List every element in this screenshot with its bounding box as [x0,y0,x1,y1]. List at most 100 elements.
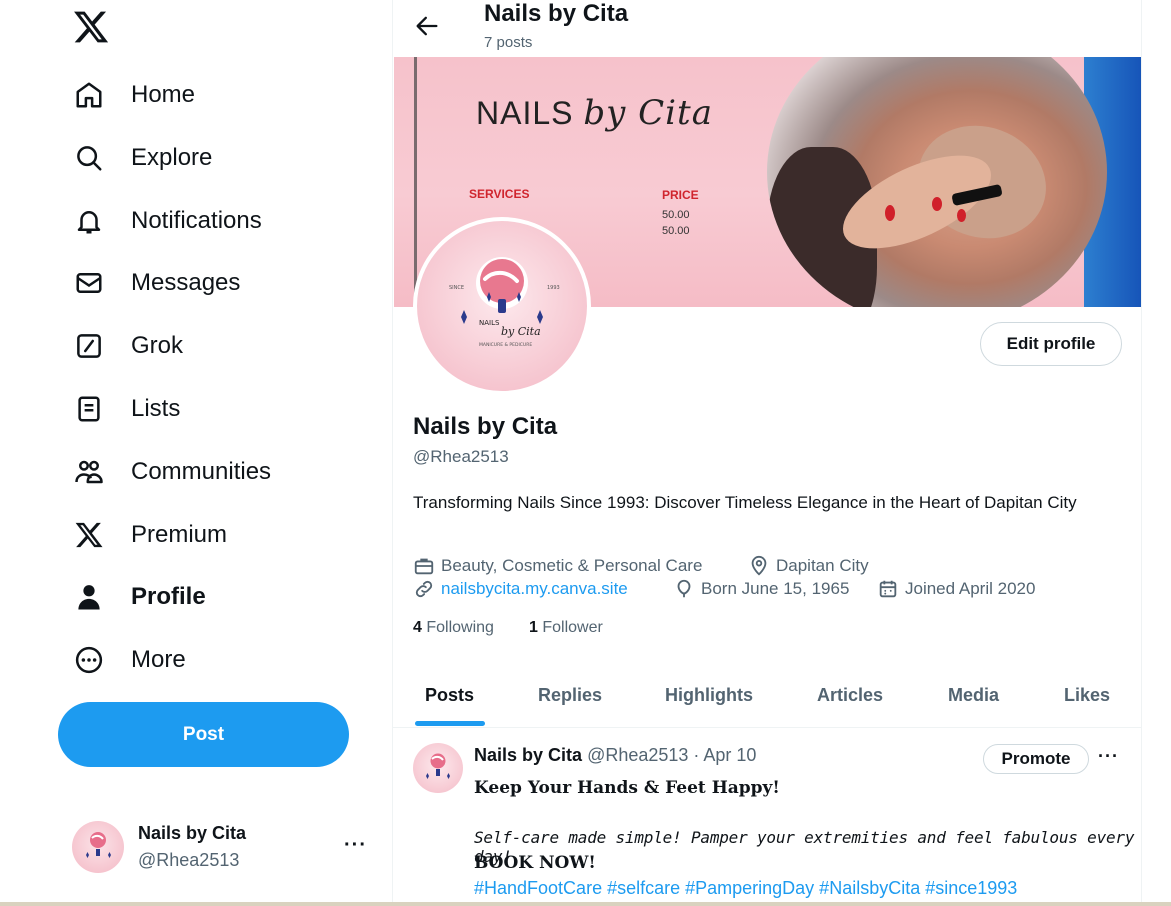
sidebar-item-label: Home [131,81,196,108]
location-pin-icon [751,555,767,576]
account-handle: @Rhea2513 [138,850,240,870]
banner-price-label: PRICE [662,188,699,202]
people-icon [64,447,114,497]
sidebar-item-label: Messages [131,269,241,296]
header-title: Nails by Cita [484,0,629,27]
post-item[interactable]: Nails by Cita @Rhea2513 · Apr 10 Promote… [393,729,1141,906]
grok-icon [64,321,114,371]
banner-price: 50.00 [662,225,690,237]
sidebar-item-messages[interactable]: Messages [64,258,240,308]
tab-replies[interactable]: Replies [538,662,602,728]
avatar[interactable] [413,743,463,793]
followers-link[interactable]: 1 Follower [529,619,603,637]
category-text: Beauty, Cosmetic & Personal Care [441,556,703,575]
banner-services-label: SERVICES [469,187,530,201]
briefcase-icon [414,558,434,575]
sidebar-item-grok[interactable]: Grok [64,321,183,371]
sidebar-item-label: Communities [131,458,272,485]
following-count: 4 [413,619,422,636]
banner-divider [414,57,417,307]
balloon-icon [677,579,691,598]
profile-category: Beauty, Cosmetic & Personal Care [413,555,702,577]
birthday-text: Born June 15, 1965 [701,579,850,598]
header-posts-count: 7 posts [484,34,533,51]
window-bottom-edge [0,902,1171,906]
tab-posts[interactable]: Posts [425,662,474,728]
tab-likes[interactable]: Likes [1064,662,1110,728]
sidebar-item-communities[interactable]: Communities [64,447,271,497]
profile-avatar[interactable]: SINCE 1993 NAILS by Cita MANICURE & PEDI… [413,217,591,395]
avatar [72,821,124,873]
sidebar-item-label: Explore [131,144,213,171]
banner-title: NAILS by Cita [476,93,713,133]
post-author-name[interactable]: Nails by Cita [474,745,582,765]
website-link[interactable]: nailsbycita.my.canva.site [441,579,628,599]
active-tab-indicator [415,721,485,726]
home-icon [64,70,114,120]
followers-count: 1 [529,619,538,636]
svg-text:1993: 1993 [547,285,560,291]
tab-media[interactable]: Media [948,662,999,728]
search-icon [64,133,114,183]
joined-text: Joined April 2020 [905,579,1036,598]
profile-location: Dapitan City [748,555,869,577]
profile-tabs: Posts Replies Highlights Articles Media … [393,662,1141,728]
profile-bio: Transforming Nails Since 1993: Discover … [413,493,1077,512]
more-icon[interactable]: ··· [1098,746,1119,767]
more-circle-icon [64,635,114,685]
bell-icon [64,196,114,246]
following-link[interactable]: 4 Following [413,619,494,637]
profile-birthday: Born June 15, 1965 [673,578,849,600]
profile-column: Nails by Cita 7 posts NAILS by Cita SERV… [392,0,1142,906]
person-icon [64,572,114,622]
sidebar-item-label: More [131,646,186,673]
banner-title-script: by Cita [583,93,713,133]
post-button[interactable]: Post [58,702,349,767]
profile-joined: Joined April 2020 [877,578,1035,600]
svg-text:SINCE: SINCE [449,285,464,291]
sidebar-item-label: Notifications [131,207,262,234]
post-meta: @Rhea2513 · Apr 10 [587,745,757,765]
post-text-line: Keep Your Hands & Feet Happy! [474,778,780,798]
svg-text:NAILS: NAILS [479,319,500,327]
back-arrow-icon[interactable] [413,12,441,40]
following-label: Following [426,619,494,636]
profile-handle: @Rhea2513 [413,447,509,466]
calendar-icon [879,580,897,598]
post-text-line: BOOK NOW! [474,853,596,873]
profile-header-bar: Nails by Cita 7 posts [393,0,1141,57]
more-icon[interactable]: ··· [344,834,367,857]
banner-price: 50.00 [662,209,690,221]
sidebar-nav: Home Explore Notifications Messages Grok… [0,0,392,906]
sidebar-item-home[interactable]: Home [64,70,195,120]
sidebar-item-label: Grok [131,332,184,359]
sidebar-item-notifications[interactable]: Notifications [64,196,262,246]
sidebar-item-explore[interactable]: Explore [64,133,212,183]
svg-text:by Cita: by Cita [501,325,541,338]
sidebar-item-label: Premium [131,521,228,548]
tab-articles[interactable]: Articles [817,662,883,728]
banner-manicure-photo [767,57,1107,307]
promote-button[interactable]: Promote [983,744,1089,774]
post-header: Nails by Cita @Rhea2513 · Apr 10 [474,745,756,766]
sidebar-item-more[interactable]: More [64,635,186,685]
list-icon [64,384,114,434]
account-switcher[interactable]: Nails by Cita @Rhea2513 ··· [72,820,372,876]
post-hashtags[interactable]: #HandFootCare #selfcare #PamperingDay #N… [474,878,1017,899]
sidebar-item-label: Lists [131,395,181,422]
banner-title-text: NAILS [476,95,574,131]
sidebar-item-premium[interactable]: Premium [64,510,227,560]
profile-name: Nails by Cita [413,413,558,440]
account-name: Nails by Cita [138,823,247,843]
profile-website[interactable]: nailsbycita.my.canva.site [413,578,628,600]
x-logo-icon[interactable] [72,8,110,46]
envelope-icon [64,258,114,308]
sidebar-item-profile[interactable]: Profile [64,572,206,622]
sidebar-item-lists[interactable]: Lists [64,384,180,434]
svg-text:MANICURE & PEDICURE: MANICURE & PEDICURE [479,342,532,348]
location-text: Dapitan City [776,556,869,575]
tab-highlights[interactable]: Highlights [665,662,753,728]
edit-profile-button[interactable]: Edit profile [980,322,1122,366]
followers-label: Follower [542,619,603,636]
x-logo-icon [64,510,114,560]
